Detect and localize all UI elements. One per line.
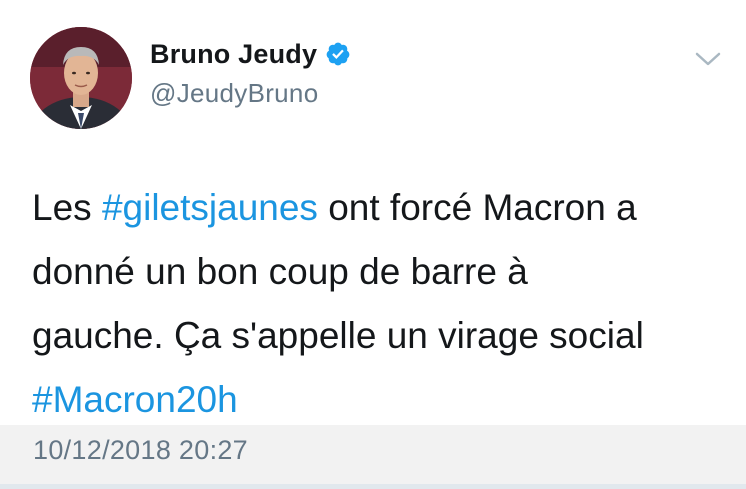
author-handle[interactable]: @JeudyBruno <box>150 78 351 109</box>
tweet-card: Bruno Jeudy @JeudyBruno Les #giletsjaune… <box>0 0 746 489</box>
tweet-text-segment: gauche. Ça s'appelle un virage social <box>32 315 644 356</box>
verified-badge-icon <box>326 42 350 66</box>
tweet-footer: 10/12/2018 20:27 <box>0 425 746 489</box>
tweet-text-segment: ont forcé Macron a <box>317 187 637 228</box>
author-block: Bruno Jeudy @JeudyBruno <box>150 36 351 109</box>
divider <box>0 484 746 489</box>
hashtag-link[interactable]: #giletsjaunes <box>102 187 318 228</box>
author-display-name[interactable]: Bruno Jeudy <box>150 39 317 70</box>
tweet-text: Les #giletsjaunes ont forcé Macron a donn… <box>32 176 732 432</box>
tweet-text-segment: donné un bon coup de barre à <box>32 251 528 292</box>
avatar-photo-icon <box>30 27 132 129</box>
author-name-row: Bruno Jeudy <box>150 36 351 72</box>
tweet-timestamp[interactable]: 10/12/2018 20:27 <box>33 435 248 466</box>
author-avatar[interactable] <box>30 27 132 129</box>
chevron-down-icon[interactable] <box>693 50 723 68</box>
tweet-text-segment: Les <box>32 187 102 228</box>
hashtag-link[interactable]: #Macron20h <box>32 379 238 420</box>
